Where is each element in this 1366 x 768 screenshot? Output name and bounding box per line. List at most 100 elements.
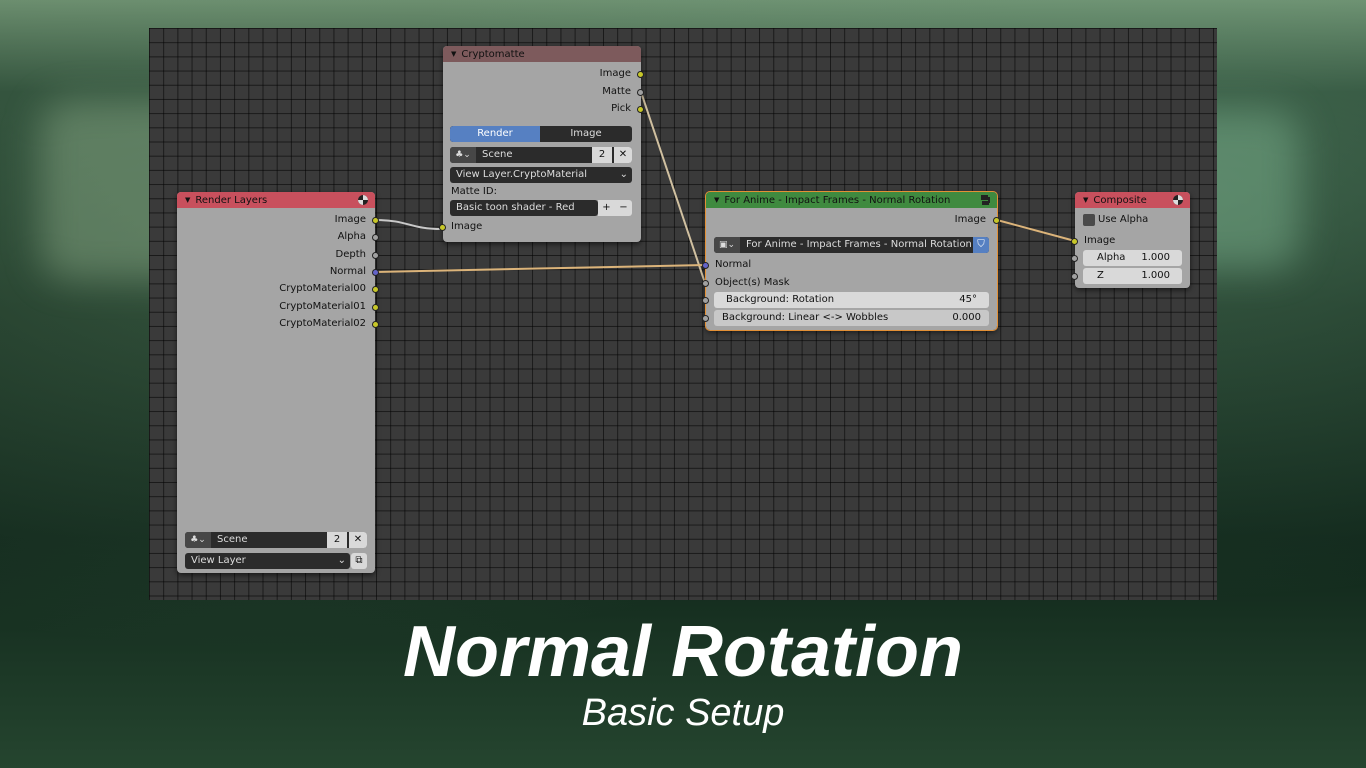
alpha-field[interactable]: Alpha 1.000 [1083,250,1182,266]
render-layers-node[interactable]: ▼ Render Layers Image Alpha Depth Normal … [177,192,379,573]
output-cryptomaterial01: CryptoMaterial01 [279,301,366,312]
use-alpha-checkbox[interactable] [1083,214,1095,226]
socket-image[interactable] [372,217,379,224]
alpha-label: Alpha [1097,252,1126,263]
node-title: Cryptomatte [461,49,525,60]
layer-dropdown[interactable]: View Layer.CryptoMaterial ⌄ [450,167,632,183]
socket-image[interactable] [1071,238,1078,245]
bg-wobble-field[interactable]: Background: Linear <-> Wobbles 0.000 [714,310,989,326]
group-node[interactable]: ▼ For Anime - Impact Frames - Normal Rota… [702,191,1000,331]
shield-icon[interactable]: ⛉ [973,237,989,253]
triangle-down-icon[interactable]: ▼ [185,192,190,208]
group-datablock[interactable]: ▣⌄ For Anime - Impact Frames - Normal Ro… [714,237,989,253]
sphere-icon [1173,195,1183,205]
socket-alpha[interactable] [372,234,379,241]
scene-user-count: 2 [327,532,347,548]
link-normal-to-group [374,264,706,273]
output-cryptomaterial02: CryptoMaterial02 [279,318,366,329]
add-matte-button[interactable]: + [598,200,615,216]
socket-matte[interactable] [637,89,644,96]
link-matte-to-mask [640,91,706,284]
bg-rotation-label: Background: Rotation [726,294,835,305]
input-normal: Normal [715,259,752,270]
link-image-to-cryptomatte [374,219,443,230]
socket-cryptomaterial00[interactable] [372,286,379,293]
group-datablock-name: For Anime - Impact Frames - Normal Rotat… [746,239,972,250]
socket-cryptomaterial02[interactable] [372,321,379,328]
triangle-down-icon[interactable]: ▼ [1083,192,1088,208]
matte-id-field[interactable]: Basic toon shader - Red [450,200,598,216]
output-alpha: Alpha [337,231,366,242]
output-matte: Matte [602,86,631,97]
scene-icon[interactable]: ♣⌄ [185,532,211,548]
output-cryptomaterial00: CryptoMaterial00 [279,283,366,294]
x-icon[interactable]: ✕ [349,532,367,548]
socket-normal[interactable] [702,262,709,269]
scene-name: Scene [482,149,513,160]
render-layers-header[interactable]: ▼ Render Layers [177,192,375,208]
group-header[interactable]: ▼ For Anime - Impact Frames - Normal Rota… [706,192,997,208]
scene-selector[interactable]: ♣⌄ Scene 2 ✕ [450,147,632,163]
view-layer-dropdown[interactable]: View Layer ⌄ [185,553,350,569]
input-image: Image [1084,235,1116,246]
plus-icon: + [602,202,611,213]
output-normal: Normal [329,266,366,277]
chevron-down-icon: ⌄ [619,169,628,180]
triangle-down-icon[interactable]: ▼ [714,192,719,208]
input-image: Image [451,221,483,232]
output-image: Image [954,214,986,225]
socket-mask[interactable] [702,280,709,287]
bg-wobble-label: Background: Linear <-> Wobbles [722,312,889,323]
x-icon[interactable]: ✕ [614,147,632,163]
node-title: For Anime - Impact Frames - Normal Rotat… [724,195,951,206]
input-mask: Object(s) Mask [715,277,790,288]
socket-cryptomaterial01[interactable] [372,304,379,311]
socket-depth[interactable] [372,252,379,259]
cryptomatte-node[interactable]: ▼ Cryptomatte Image Matte Pick Render Ima… [439,46,644,242]
output-pick: Pick [611,103,631,114]
socket-alpha[interactable] [1071,255,1078,262]
render-slot-button[interactable]: ⧉ [351,553,367,569]
bg-rotation-value: 45° [959,294,977,305]
bg-rotation-field[interactable]: Background: Rotation 45° [714,292,989,308]
tab-image[interactable]: Image [540,126,632,142]
scene-name: Scene [217,534,248,545]
cryptomatte-header[interactable]: ▼ Cryptomatte [443,46,641,62]
composite-node[interactable]: ▼ Composite Use Alpha Image Alpha 1.000 Z… [1071,192,1190,288]
socket-image[interactable] [637,71,644,78]
matte-id-value: Basic toon shader - Red [456,202,575,213]
socket-pick[interactable] [637,106,644,113]
scene-user-count: 2 [592,147,612,163]
socket-z[interactable] [1071,273,1078,280]
socket-image-output[interactable] [993,217,1000,224]
output-image: Image [334,214,366,225]
triangle-down-icon[interactable]: ▼ [451,46,456,62]
output-image: Image [599,68,631,79]
source-tabs: Render Image [450,126,632,142]
use-alpha-label: Use Alpha [1098,214,1149,225]
tab-render[interactable]: Render [450,126,540,142]
node-title: Composite [1093,195,1147,206]
minus-icon: − [619,202,628,213]
chevron-down-icon: ⌄ [337,555,346,566]
scene-icon[interactable]: ♣⌄ [450,147,476,163]
node-tree-icon[interactable]: ▣⌄ [714,237,740,253]
bg-wobble-value: 0.000 [952,312,981,323]
socket-bg-rotation[interactable] [702,297,709,304]
alpha-value: 1.000 [1141,252,1170,263]
z-field[interactable]: Z 1.000 [1083,268,1182,284]
socket-bg-wobble[interactable] [702,315,709,322]
caption-title: Normal Rotation [402,612,963,692]
matte-id-label: Matte ID: [451,186,497,197]
remove-matte-button[interactable]: − [615,200,632,216]
node-title: Render Layers [195,195,268,206]
z-label: Z [1097,270,1104,281]
socket-normal[interactable] [372,269,379,276]
node-editor-canvas[interactable]: ▼ Render Layers Image Alpha Depth Normal … [149,28,1217,600]
sphere-icon [358,195,368,205]
socket-image-input[interactable] [439,224,446,231]
output-depth: Depth [335,249,366,260]
scene-selector[interactable]: ♣⌄ Scene 2 ✕ [185,532,367,548]
composite-header[interactable]: ▼ Composite [1075,192,1190,208]
z-value: 1.000 [1141,270,1170,281]
